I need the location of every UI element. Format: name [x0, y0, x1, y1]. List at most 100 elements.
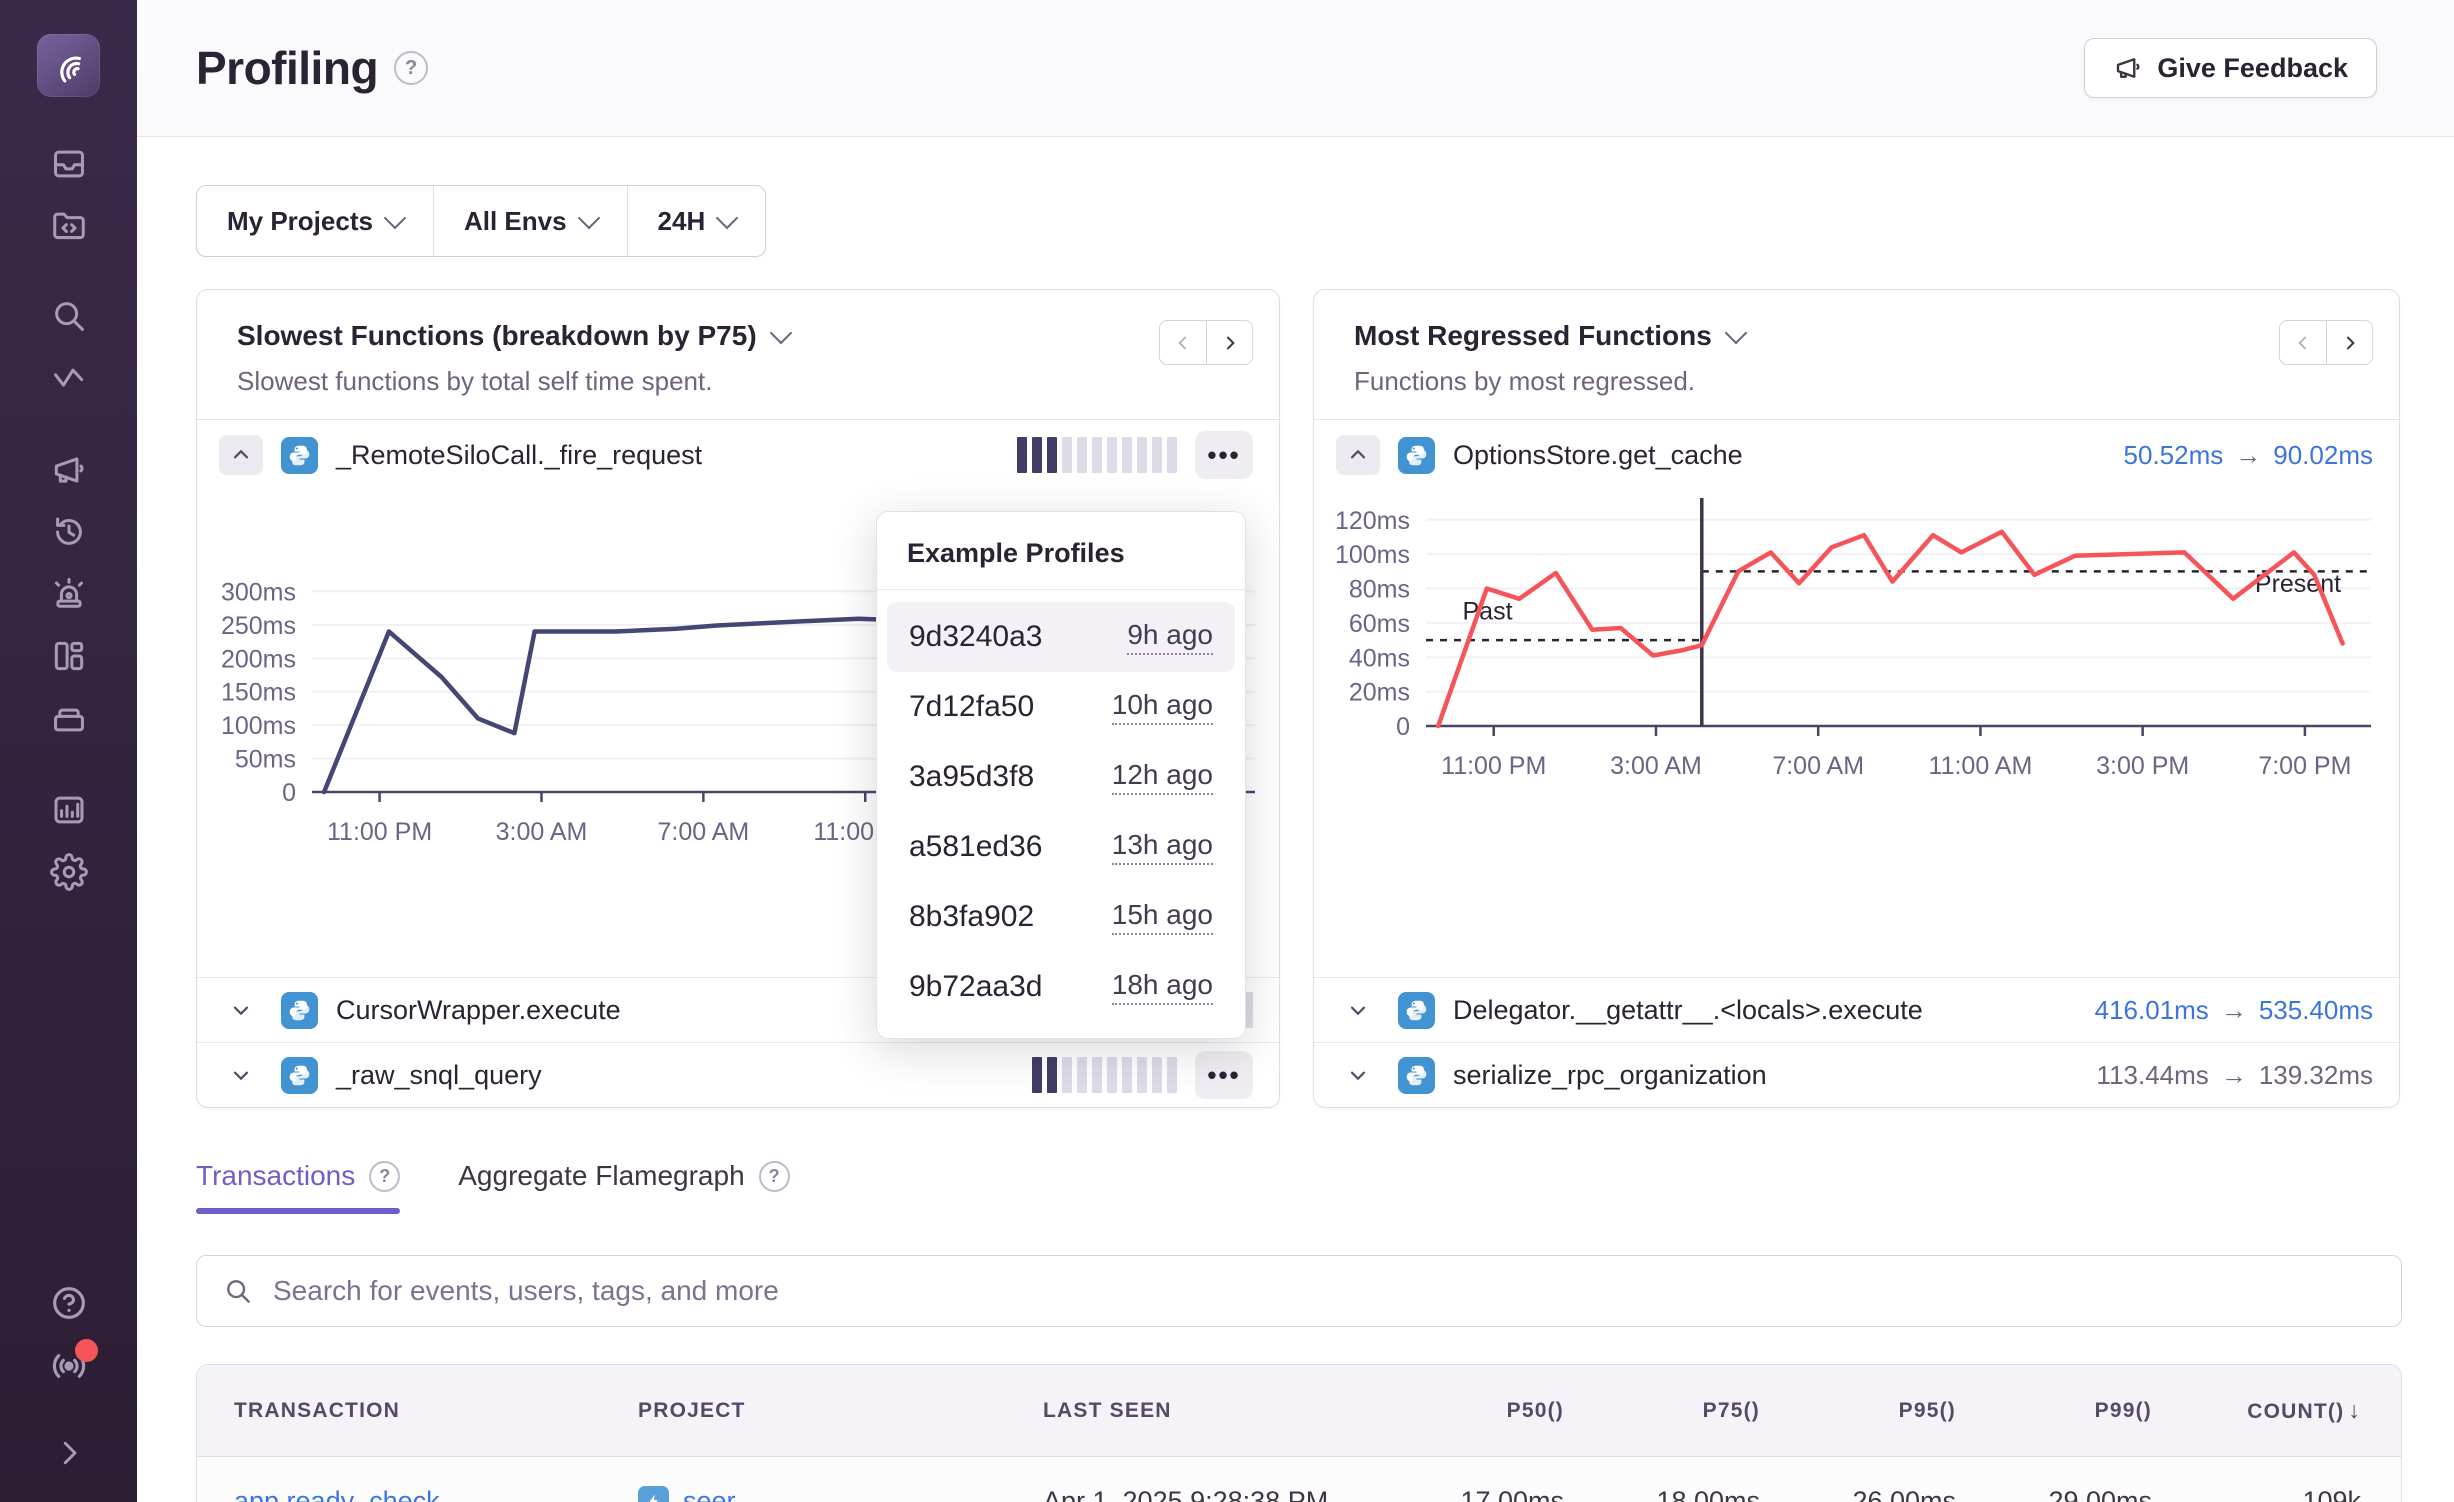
sidebar-item-projects[interactable] — [45, 203, 93, 249]
profile-menu-item[interactable]: 3a95d3f8 12h ago — [887, 742, 1235, 812]
expand-row-button[interactable] — [219, 990, 263, 1030]
before-duration: 113.44ms — [2097, 1060, 2209, 1091]
column-header-p75[interactable]: P75() — [1574, 1399, 1770, 1423]
sidebar-item-feedback[interactable] — [45, 447, 93, 493]
function-name[interactable]: serialize_rpc_organization — [1453, 1060, 1767, 1091]
column-header-transaction[interactable]: TRANSACTION — [197, 1399, 601, 1423]
expand-row-button[interactable] — [1336, 990, 1380, 1030]
column-header-p99[interactable]: P99() — [1966, 1399, 2162, 1423]
search-input[interactable] — [273, 1275, 2375, 1307]
function-name[interactable]: Delegator.__getattr__.<locals>.execute — [1453, 995, 1923, 1026]
chevron-down-icon — [1347, 999, 1369, 1021]
stats-bar-chart-icon — [50, 791, 88, 829]
more-options-button[interactable]: ••• — [1195, 1051, 1253, 1099]
help-button[interactable] — [49, 1283, 89, 1328]
column-header-p50[interactable]: P50() — [1378, 1399, 1574, 1423]
next-page-button[interactable] — [2326, 320, 2373, 365]
prev-page-button[interactable] — [1159, 320, 1206, 365]
function-name[interactable]: _raw_snql_query — [336, 1060, 542, 1091]
environment-filter[interactable]: All Envs — [433, 186, 627, 256]
p95-cell: 26.00ms — [1770, 1486, 1966, 1502]
function-row: _raw_snql_query ••• — [197, 1042, 1279, 1107]
transaction-cell: app.ready_check — [197, 1486, 601, 1502]
before-duration-link[interactable]: 416.01ms — [2095, 995, 2209, 1026]
profile-time-link[interactable]: 12h ago — [1112, 759, 1213, 795]
regression-values: 50.52ms → 90.02ms — [2124, 440, 2373, 471]
expand-row-button[interactable] — [1336, 1055, 1380, 1095]
project-cell: seer — [601, 1486, 1006, 1502]
profiling-help-icon[interactable]: ? — [394, 51, 428, 85]
profile-menu-item[interactable]: 8b3fa902 15h ago — [887, 882, 1235, 952]
function-name[interactable]: OptionsStore.get_cache — [1453, 440, 1743, 471]
whats-new-button[interactable] — [49, 1346, 89, 1391]
python-platform-icon — [281, 437, 318, 474]
sidebar-item-dashboards[interactable] — [45, 633, 93, 679]
p50-cell: 17.00ms — [1378, 1486, 1574, 1502]
column-header-p95[interactable]: P95() — [1770, 1399, 1966, 1423]
profile-menu-item[interactable]: a581ed36 13h ago — [887, 812, 1235, 882]
collapse-row-button[interactable] — [219, 435, 263, 475]
sidebar-item-releases[interactable] — [45, 695, 93, 741]
column-header-last-seen[interactable]: LAST SEEN — [1006, 1399, 1378, 1423]
tab-aggregate-flamegraph[interactable]: Aggregate Flamegraph ? — [458, 1160, 789, 1214]
profile-time-link[interactable]: 15h ago — [1112, 899, 1213, 935]
pagination — [1159, 320, 1253, 365]
table-row[interactable]: app.ready_check seer Apr 1, 2025 9:28:38… — [197, 1457, 2401, 1502]
chevron-down-icon — [1347, 1064, 1369, 1086]
project-filter[interactable]: My Projects — [197, 186, 433, 256]
sidebar-item-issues[interactable] — [45, 141, 93, 187]
transaction-link[interactable]: app.ready_check — [234, 1486, 440, 1502]
prev-page-button[interactable] — [2279, 320, 2326, 365]
chevron-left-icon — [2293, 333, 2313, 353]
profile-time-link[interactable]: 18h ago — [1112, 969, 1213, 1005]
projects-code-folder-icon — [50, 207, 88, 245]
sidebar-item-stats[interactable] — [45, 787, 93, 833]
profile-time-link[interactable]: 10h ago — [1112, 689, 1213, 725]
after-duration-link[interactable]: 535.40ms — [2259, 995, 2373, 1026]
sentry-logo[interactable] — [37, 34, 100, 97]
svg-text:7:00 AM: 7:00 AM — [1772, 752, 1864, 780]
profile-menu-item[interactable]: 9d3240a3 9h ago — [887, 602, 1235, 672]
sidebar-item-replays[interactable] — [45, 509, 93, 555]
collapse-chevron-icon — [51, 1435, 87, 1471]
regression-line-chart[interactable]: 020ms40ms60ms80ms100ms120ms11:00 PM3:00 … — [1314, 490, 2401, 810]
project-link[interactable]: seer — [683, 1486, 736, 1502]
after-duration-link[interactable]: 90.02ms — [2273, 440, 2373, 471]
sidebar-item-alerts[interactable] — [45, 571, 93, 617]
svg-text:250ms: 250ms — [221, 612, 296, 640]
svg-text:300ms: 300ms — [221, 578, 296, 606]
search-icon — [50, 297, 88, 335]
date-range-filter[interactable]: 24H — [627, 186, 766, 256]
before-duration-link[interactable]: 50.52ms — [2124, 440, 2224, 471]
profile-menu-item[interactable]: 9b72aa3d 18h ago — [887, 952, 1235, 1022]
transactions-help-icon[interactable]: ? — [369, 1161, 400, 1192]
python-platform-icon — [1398, 437, 1435, 474]
next-page-button[interactable] — [1206, 320, 1253, 365]
function-name[interactable]: CursorWrapper.execute — [336, 995, 621, 1026]
profile-menu-item[interactable]: 7d12fa50 10h ago — [887, 672, 1235, 742]
expand-row-button[interactable] — [219, 1055, 263, 1095]
flamegraph-help-icon[interactable]: ? — [759, 1161, 790, 1192]
settings-gear-icon — [50, 853, 88, 891]
slowest-functions-title-dropdown[interactable]: Slowest Functions (breakdown by P75) — [237, 320, 789, 352]
collapse-row-button[interactable] — [1336, 435, 1380, 475]
profile-time-link[interactable]: 13h ago — [1112, 829, 1213, 865]
give-feedback-button[interactable]: Give Feedback — [2084, 38, 2377, 98]
table-header: TRANSACTION PROJECT LAST SEEN P50() P75(… — [197, 1365, 2401, 1457]
profile-bars-sparkline — [1017, 437, 1177, 473]
sidebar-item-traces[interactable] — [45, 355, 93, 401]
profile-time-link[interactable]: 9h ago — [1127, 619, 1213, 655]
arrow-right-icon: → — [2221, 995, 2247, 1026]
dashboards-grid-icon — [50, 637, 88, 675]
column-header-count[interactable]: COUNT()↓ — [2162, 1397, 2401, 1424]
svg-text:11:00 PM: 11:00 PM — [327, 818, 432, 846]
function-name[interactable]: _RemoteSiloCall._fire_request — [336, 440, 702, 471]
count-cell: 109k — [2162, 1486, 2401, 1502]
sidebar-item-search[interactable] — [45, 293, 93, 339]
most-regressed-title-dropdown[interactable]: Most Regressed Functions — [1354, 320, 1744, 352]
sidebar-collapse-button[interactable] — [51, 1435, 87, 1476]
sidebar-item-settings[interactable] — [45, 849, 93, 895]
more-options-button[interactable]: ••• — [1195, 431, 1253, 479]
column-header-project[interactable]: PROJECT — [601, 1399, 1006, 1423]
tab-transactions[interactable]: Transactions ? — [196, 1160, 400, 1214]
